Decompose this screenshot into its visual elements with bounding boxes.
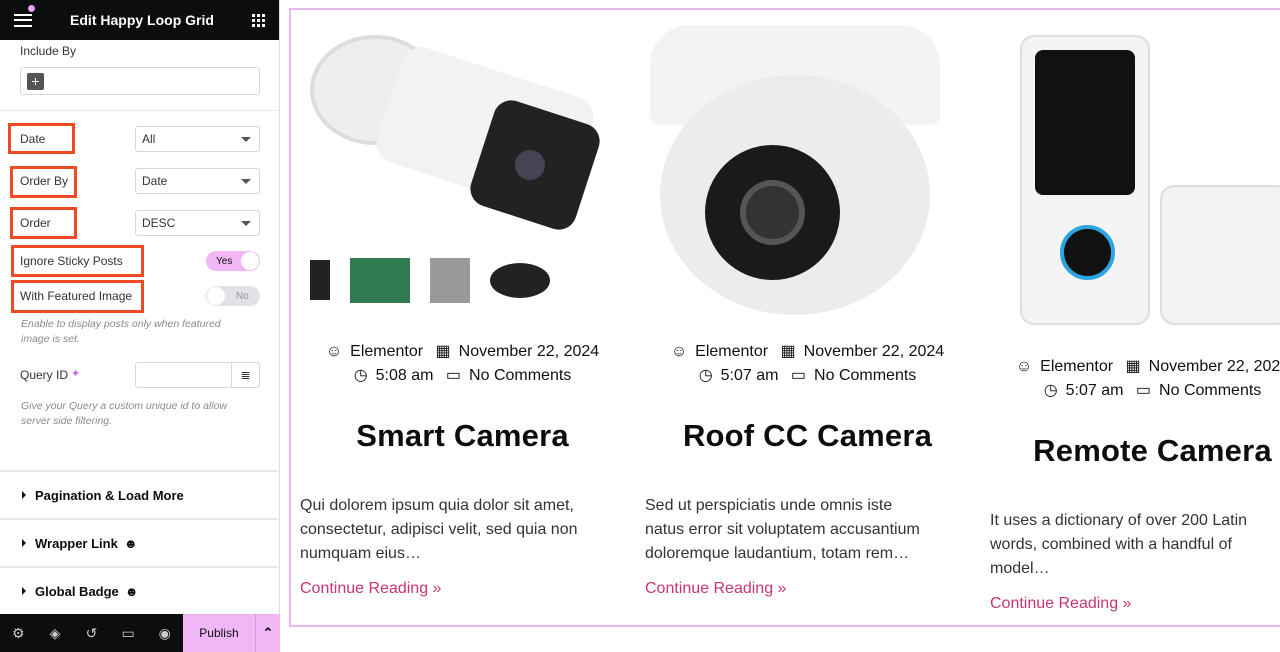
post-date[interactable]: November 22, 2024	[1149, 358, 1280, 375]
post-card: ☺ Elementor ▦ November 22, 2024 ◷ 5:07 am ▭…	[635, 15, 980, 598]
query-id-label: Query ID	[20, 368, 69, 382]
toggle-value: No	[236, 290, 249, 302]
calendar-icon: ▦	[435, 343, 451, 360]
post-time: 5:07 am	[1065, 382, 1124, 399]
include-by-label: Include By	[20, 44, 77, 58]
publish-button[interactable]: Publish	[182, 614, 255, 652]
section-pagination[interactable]: Pagination & Load More	[0, 470, 280, 518]
with-featured-label: With Featured Image	[20, 289, 133, 303]
post-meta: ☺ Elementor ▦ November 22, 2024 ◷ 5:07 am ▭…	[980, 355, 1280, 403]
order-select[interactable]: DESC	[135, 210, 260, 236]
dynamic-tags-icon[interactable]: ≣	[231, 362, 260, 388]
toggle-value: Yes	[216, 255, 233, 267]
featured-image[interactable]	[290, 15, 635, 320]
order-label: Order	[20, 216, 51, 230]
menu-icon[interactable]	[14, 13, 32, 27]
calendar-icon: ▦	[780, 343, 796, 360]
happy-addons-icon: ☻	[124, 583, 139, 599]
order-by-label: Order By	[20, 174, 69, 188]
section-wrapper-link[interactable]: Wrapper Link ☻	[0, 518, 280, 566]
post-time: 5:07 am	[720, 367, 779, 384]
preview-eye-icon[interactable]: ◉	[146, 614, 183, 652]
date-value: All	[142, 132, 156, 146]
with-featured-toggle[interactable]: No	[206, 286, 260, 306]
calendar-icon: ▦	[1125, 358, 1141, 375]
post-time: 5:08 am	[375, 367, 434, 384]
include-by-field[interactable]: +	[20, 67, 260, 95]
section-label: Pagination & Load More	[35, 487, 184, 503]
chevron-down-icon	[241, 137, 251, 142]
ignore-sticky-label: Ignore Sticky Posts	[20, 254, 123, 268]
query-id-input[interactable]	[135, 362, 232, 388]
post-card: ☺ Elementor ▦ November 22, 2024 ◷ 5:07 am ▭…	[980, 30, 1280, 613]
post-meta: ☺ Elementor ▦ November 22, 2024 ◷ 5:08 am ▭…	[290, 340, 635, 388]
panel-header: Edit Happy Loop Grid	[0, 0, 279, 40]
chevron-down-icon	[241, 221, 251, 226]
settings-icon[interactable]: ⚙	[0, 614, 37, 652]
caret-right-icon	[22, 491, 26, 499]
chevron-up-icon[interactable]: ⌃	[254, 614, 280, 652]
post-meta: ☺ Elementor ▦ November 22, 2024 ◷ 5:07 am ▭…	[635, 340, 980, 388]
order-by-value: Date	[142, 174, 168, 188]
caret-right-icon	[22, 587, 26, 595]
widgets-grid-icon[interactable]	[251, 13, 265, 27]
date-select[interactable]: All	[135, 126, 260, 152]
featured-image[interactable]	[635, 15, 980, 320]
post-excerpt: It uses a dictionary of over 200 Latin w…	[990, 512, 1248, 577]
clock-icon: ◷	[1043, 382, 1058, 399]
add-icon[interactable]: +	[27, 72, 44, 90]
author-icon: ☺	[1015, 358, 1033, 375]
section-global-badge[interactable]: Global Badge ☻	[0, 566, 280, 614]
featured-note: Enable to display posts only when featur…	[21, 318, 221, 345]
order-by-select[interactable]: Date	[135, 168, 260, 194]
post-title[interactable]: Smart Camera	[290, 418, 635, 454]
comment-icon: ▭	[790, 367, 807, 384]
post-comments[interactable]: No Comments	[1159, 382, 1261, 399]
comment-icon: ▭	[1135, 382, 1152, 399]
layers-icon[interactable]: ◈	[37, 614, 74, 652]
post-title[interactable]: Remote Camera	[980, 433, 1280, 469]
editor-panel: Edit Happy Loop Grid Include By + Date A…	[0, 0, 280, 652]
post-card: ☺ Elementor ▦ November 22, 2024 ◷ 5:08 am ▭…	[290, 15, 635, 598]
chevron-down-icon	[241, 179, 251, 184]
continue-reading-link[interactable]: Continue Reading »	[635, 580, 980, 598]
panel-title: Edit Happy Loop Grid	[70, 12, 214, 28]
post-date[interactable]: November 22, 2024	[459, 343, 600, 360]
ai-sparkle-icon[interactable]: ✦	[71, 367, 80, 380]
panel-footer: ⚙ ◈ ↺ ▭ ◉ Publish ⌃	[0, 614, 280, 652]
author-icon: ☺	[325, 343, 343, 360]
section-label: Global Badge	[35, 583, 119, 599]
order-value: DESC	[142, 216, 176, 230]
history-icon[interactable]: ↺	[73, 614, 110, 652]
responsive-icon[interactable]: ▭	[110, 614, 147, 652]
date-label: Date	[20, 132, 46, 146]
comment-icon: ▭	[445, 367, 462, 384]
post-comments[interactable]: No Comments	[814, 367, 916, 384]
post-author[interactable]: Elementor	[350, 343, 423, 360]
post-author[interactable]: Elementor	[1040, 358, 1113, 375]
post-title[interactable]: Roof CC Camera	[635, 418, 980, 454]
continue-reading-link[interactable]: Continue Reading »	[980, 595, 1280, 613]
post-excerpt: Sed ut perspiciatis unde omnis iste natu…	[645, 497, 920, 562]
post-excerpt: Qui dolorem ipsum quia dolor sit amet, c…	[300, 497, 578, 562]
caret-right-icon	[22, 539, 26, 547]
query-note: Give your Query a custom unique id to al…	[21, 400, 228, 427]
post-date[interactable]: November 22, 2024	[804, 343, 945, 360]
ignore-sticky-toggle[interactable]: Yes	[206, 251, 260, 271]
featured-image[interactable]	[980, 30, 1280, 335]
continue-reading-link[interactable]: Continue Reading »	[290, 580, 635, 598]
post-author[interactable]: Elementor	[695, 343, 768, 360]
clock-icon: ◷	[698, 367, 713, 384]
author-icon: ☺	[670, 343, 688, 360]
post-comments[interactable]: No Comments	[469, 367, 571, 384]
section-label: Wrapper Link	[35, 535, 118, 551]
notification-dot	[28, 5, 35, 12]
clock-icon: ◷	[353, 367, 368, 384]
happy-addons-icon: ☻	[123, 535, 138, 551]
